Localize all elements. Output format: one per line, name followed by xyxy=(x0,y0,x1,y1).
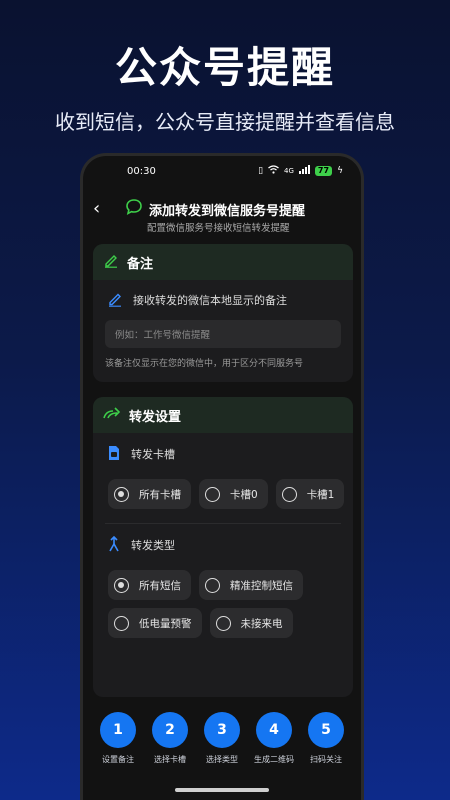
remark-header-label: 备注 xyxy=(127,256,154,272)
wifi-icon xyxy=(268,165,279,177)
vibrate-icon: ▯ xyxy=(258,166,264,176)
step-number: 5 xyxy=(308,712,344,748)
type-options: 所有短信 精准控制短信 低电量预警 未接来电 xyxy=(93,570,353,638)
type-option-label: 低电量预警 xyxy=(139,617,192,630)
signal-icon xyxy=(298,165,310,177)
step-number: 4 xyxy=(256,712,292,748)
step-number: 3 xyxy=(204,712,240,748)
forward-settings-card: 转发设置 转发卡槽 所有卡槽 卡槽0 卡槽1 转发类型 所有短信 精准控制短信 … xyxy=(93,397,353,697)
slot-option-all[interactable]: 所有卡槽 xyxy=(108,479,191,509)
slot-option-label: 卡槽1 xyxy=(306,488,335,501)
home-indicator[interactable] xyxy=(175,788,269,792)
remark-card: 备注 接收转发的微信本地显示的备注 例如：工作号微信提醒 该备注仅显示在您的微信… xyxy=(93,244,353,382)
radio-icon xyxy=(215,615,231,631)
step-label: 设置备注 xyxy=(102,755,134,764)
step-label: 选择类型 xyxy=(206,755,238,764)
type-option-precise[interactable]: 精准控制短信 xyxy=(199,570,303,600)
promo-subtitle: 收到短信，公众号直接提醒并查看信息 xyxy=(55,110,395,134)
step-label: 扫码关注 xyxy=(310,755,342,764)
merge-arrow-icon xyxy=(107,535,121,555)
slot-option-0[interactable]: 卡槽0 xyxy=(199,479,268,509)
radio-icon xyxy=(281,486,297,502)
remark-card-header: 备注 xyxy=(93,244,353,280)
slot-option-label: 所有卡槽 xyxy=(139,488,181,501)
radio-icon xyxy=(205,577,220,593)
type-option-label: 精准控制短信 xyxy=(230,579,293,592)
remark-input[interactable]: 例如：工作号微信提醒 xyxy=(105,320,341,348)
status-bar: 00:30 ▯ 4G 77 ϟ xyxy=(83,156,361,186)
radio-icon xyxy=(114,615,129,631)
step-2[interactable]: 2 选择卡槽 xyxy=(151,712,189,765)
promo-title: 公众号提醒 xyxy=(114,43,335,92)
remark-hint: 该备注仅显示在您的微信中，用于区分不同服务号 xyxy=(105,359,304,369)
slot-option-label: 卡槽0 xyxy=(230,488,258,501)
step-label: 生成二维码 xyxy=(254,755,294,764)
forward-header-label: 转发设置 xyxy=(129,409,182,425)
step-number: 2 xyxy=(152,712,188,748)
edit-pencil-icon xyxy=(107,291,123,310)
radio-selected-icon xyxy=(114,486,129,502)
back-button[interactable]: ‹ xyxy=(93,198,100,219)
pencil-icon xyxy=(103,252,119,272)
chat-bubble-icon xyxy=(125,198,143,220)
forward-card-header: 转发设置 xyxy=(93,397,353,433)
page-title: 添加转发到微信服务号提醒 xyxy=(149,203,306,219)
phone-frame: 00:30 ▯ 4G 77 ϟ ‹ 添加转发到微信服务号提醒 配置微信服务号接收… xyxy=(80,153,364,800)
radio-selected-icon xyxy=(114,577,129,593)
slot-options: 所有卡槽 卡槽0 卡槽1 xyxy=(93,479,353,509)
step-label: 选择卡槽 xyxy=(154,755,186,764)
sim-card-icon xyxy=(107,445,121,464)
step-1[interactable]: 1 设置备注 xyxy=(99,712,137,765)
step-indicator: 1 设置备注 2 选择卡槽 3 选择类型 4 生成二维码 5 扫码关注 xyxy=(99,712,345,765)
type-option-label: 未接来电 xyxy=(240,617,283,630)
step-number: 1 xyxy=(100,712,136,748)
app-bar: ‹ 添加转发到微信服务号提醒 配置微信服务号接收短信转发提醒 xyxy=(83,186,361,236)
step-5[interactable]: 5 扫码关注 xyxy=(307,712,345,765)
type-option-all-sms[interactable]: 所有短信 xyxy=(108,570,191,600)
type-option-label: 所有短信 xyxy=(139,579,181,592)
battery-indicator: 77 xyxy=(314,166,333,176)
status-time: 00:30 xyxy=(127,165,156,177)
charging-icon: ϟ xyxy=(337,166,343,176)
step-4[interactable]: 4 生成二维码 xyxy=(254,712,294,765)
type-option-low-battery[interactable]: 低电量预警 xyxy=(108,608,202,638)
slot-option-1[interactable]: 卡槽1 xyxy=(275,479,345,509)
page-subtitle: 配置微信服务号接收短信转发提醒 xyxy=(147,223,290,234)
type-option-missed-call[interactable]: 未接来电 xyxy=(209,608,293,638)
step-3[interactable]: 3 选择类型 xyxy=(203,712,241,765)
forward-arrow-icon xyxy=(103,406,121,424)
radio-icon xyxy=(205,486,220,502)
slot-section-label: 转发卡槽 xyxy=(131,448,175,461)
network-label: 4G xyxy=(284,167,294,175)
type-section-label: 转发类型 xyxy=(131,539,175,552)
remark-label: 接收转发的微信本地显示的备注 xyxy=(133,294,287,307)
